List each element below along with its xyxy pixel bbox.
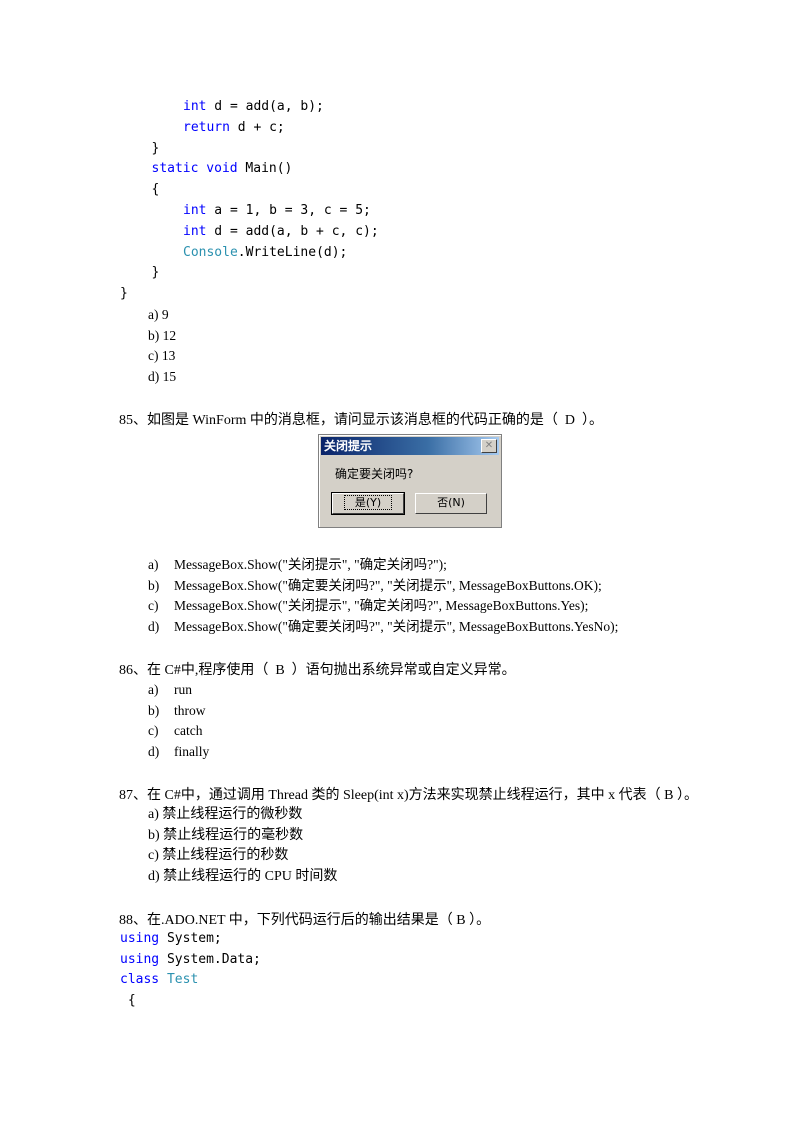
q85-option-b-label: b) [148, 578, 160, 593]
q84-option-a: a) 9 [148, 307, 169, 322]
code-line: using System; [120, 929, 222, 950]
q84-option-d: d) 15 [148, 369, 177, 384]
dialog-title-bar: 关闭提示 ✕ [321, 437, 499, 455]
code-token: } [120, 286, 128, 302]
code-token: int [183, 223, 207, 239]
q85-option-c-text: MessageBox.Show("关闭提示", "确定关闭吗?", Messag… [174, 598, 589, 613]
q86-option-d-label: d) [148, 744, 160, 759]
code-line: { [152, 180, 160, 201]
code-token: static void [151, 161, 238, 177]
code-line: int d = add(a, b); [183, 97, 324, 118]
q86-option-b-text: throw [174, 703, 206, 718]
q86-option-a-text: run [174, 682, 192, 697]
code-token: System; [159, 931, 222, 946]
code-line: } [152, 263, 160, 284]
q86-option-a-label: a) [148, 682, 159, 697]
q85-option-a-text: MessageBox.Show("关闭提示", "确定关闭吗?"); [174, 557, 447, 572]
q86-option-c-text: catch [174, 723, 203, 738]
code-token: System.Data; [159, 951, 261, 967]
q86-option-d-text: finally [174, 744, 210, 759]
code-token: { [120, 993, 136, 1009]
code-token: using [120, 951, 160, 967]
code-token: using [120, 931, 160, 946]
dialog-title: 关闭提示 [324, 439, 373, 453]
code-token: Test [159, 972, 199, 988]
q85-option-d-label: d) [148, 619, 160, 634]
q86-option-c-label: c) [148, 723, 159, 738]
dialog-message: 确定要关闭吗? [335, 467, 414, 481]
code-token: Console [183, 244, 238, 260]
q87-option-d: d) 禁止线程运行的 CPU 时间数 [148, 869, 338, 884]
code-line: Console.WriteLine(d); [183, 243, 347, 264]
yes-button-label: 是(Y) [343, 495, 393, 510]
code-token: int [183, 99, 207, 114]
q87-stem: 87、在 C#中，通过调用 Thread 类的 Sleep(int x)方法来实… [119, 788, 699, 803]
code-token: d = add(a, b + c, c); [206, 223, 379, 239]
q87-option-b: b) 禁止线程运行的毫秒数 [148, 828, 304, 843]
code-token: .WriteLine(d); [237, 244, 348, 260]
code-line: class Test [120, 970, 198, 991]
yes-button: 是(Y) [331, 492, 405, 515]
q85-option-c-label: c) [148, 598, 159, 613]
code-line: { [120, 991, 136, 1012]
code-line: static void Main() [152, 159, 293, 180]
no-button: 否(N) [415, 493, 487, 514]
q85-stem: 85、如图是 WinForm 中的消息框，请问显示该消息框的代码正确的是（ D … [119, 413, 603, 428]
code-line: int d = add(a, b + c, c); [183, 222, 379, 243]
q85-option-b-text: MessageBox.Show("确定要关闭吗?", "关闭提示", Messa… [174, 578, 602, 593]
code-token: d = add(a, b); [206, 99, 324, 114]
code-token: d + c; [229, 119, 285, 135]
code-token: class [120, 972, 160, 988]
code-line: int a = 1, b = 3, c = 5; [183, 201, 371, 222]
code-token: } [151, 265, 160, 281]
code-token: Main() [237, 161, 293, 177]
q85-option-d-text: MessageBox.Show("确定要关闭吗?", "关闭提示", Messa… [174, 619, 619, 634]
q87-option-c: c) 禁止线程运行的秒数 [148, 848, 289, 863]
code-token: int [183, 203, 207, 218]
message-box-image: 关闭提示 ✕ 确定要关闭吗? 是(Y) 否(N) [318, 434, 502, 528]
q84-option-c: c) 13 [148, 348, 176, 363]
q84-option-b: b) 12 [148, 328, 177, 343]
q86-stem: 86、在 C#中,程序使用（ B ）语句抛出系统异常或自定义异常。 [119, 663, 516, 678]
code-line: } [120, 284, 128, 305]
close-icon: ✕ [481, 439, 497, 453]
q87-option-a: a) 禁止线程运行的微秒数 [148, 807, 303, 822]
code-token: } [151, 140, 160, 156]
code-token: { [151, 182, 160, 198]
code-token: return [183, 119, 230, 135]
q86-option-b-label: b) [148, 703, 160, 718]
code-line: using System.Data; [120, 950, 261, 971]
q85-option-a-label: a) [148, 557, 159, 572]
code-line: } [152, 139, 160, 160]
code-token: a = 1, b = 3, c = 5; [206, 203, 371, 218]
code-line: return d + c; [183, 118, 285, 139]
q88-stem: 88、在.ADO.NET 中，下列代码运行后的输出结果是（ B ）。 [119, 913, 491, 928]
